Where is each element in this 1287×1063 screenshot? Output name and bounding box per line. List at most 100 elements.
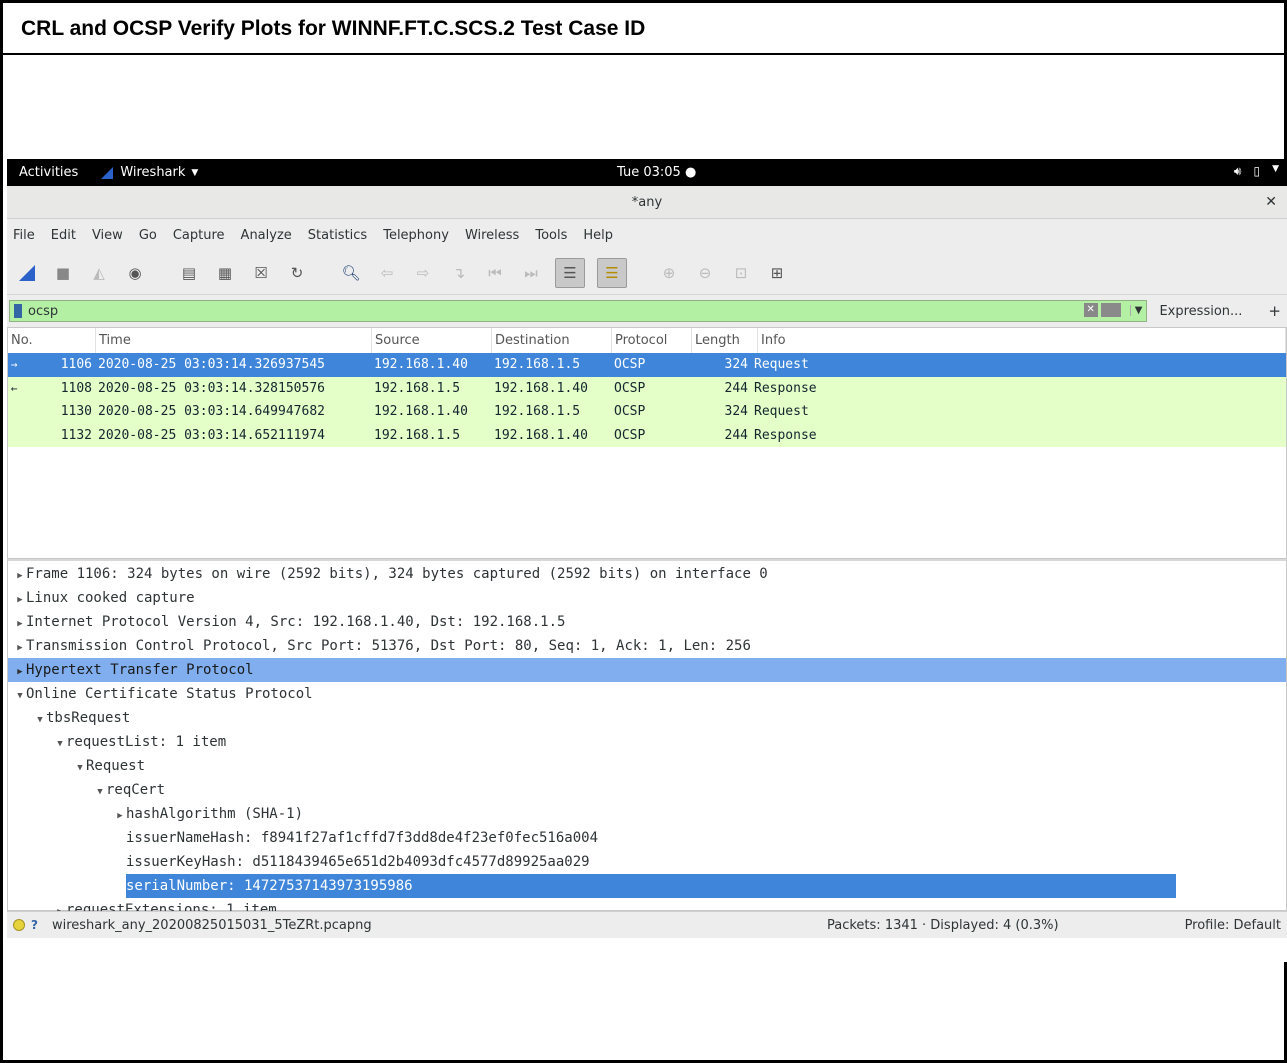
capture-filename: wireshark_any_20200825015031_5TeZRt.pcap… <box>51 917 372 933</box>
chevron-down-icon[interactable]: ▼ <box>1129 304 1142 316</box>
cell-time: 2020-08-25 03:03:14.649947682 <box>98 404 325 420</box>
detail-tree-item[interactable]: ▶ Linux cooked capture <box>8 586 1286 610</box>
detail-text: Online Certificate Status Protocol <box>26 686 313 702</box>
gnome-top-bar: Activities Wireshark ▼ Tue 03:05 ● 🔊︎ ▯ … <box>7 159 1287 186</box>
collapse-arrow-icon[interactable]: ▼ <box>74 756 86 780</box>
cell-dst: 192.168.1.40 <box>494 380 588 396</box>
start-capture-icon[interactable] <box>15 261 39 285</box>
detail-tree-item[interactable]: ▼ tbsRequest <box>8 706 1286 730</box>
expand-arrow-icon[interactable]: ▶ <box>14 636 26 660</box>
reload-file-icon[interactable]: ↻ <box>285 261 309 285</box>
clear-filter-icon[interactable]: ✕ <box>1083 303 1098 317</box>
bookmark-icon[interactable] <box>14 304 22 318</box>
collapse-arrow-icon[interactable]: ▼ <box>54 732 66 756</box>
resize-columns-icon[interactable]: ⊞ <box>765 261 789 285</box>
save-file-icon[interactable]: ▦ <box>213 261 237 285</box>
menu-item-tools[interactable]: Tools <box>535 228 567 243</box>
activities-button[interactable]: Activities <box>7 165 90 180</box>
apply-filter-icon[interactable] <box>1100 303 1121 317</box>
menu-item-capture[interactable]: Capture <box>173 228 225 243</box>
column-header-protocol[interactable]: Protocol <box>612 328 692 353</box>
detail-tree-item[interactable]: ▼ reqCert <box>8 778 1286 802</box>
expand-arrow-icon[interactable]: ▶ <box>14 612 26 636</box>
first-packet-icon[interactable]: ⏮ <box>483 261 507 285</box>
collapse-arrow-icon[interactable]: ▼ <box>14 684 26 708</box>
open-file-icon[interactable]: ▤ <box>177 261 201 285</box>
expand-arrow-icon[interactable]: ▶ <box>114 804 126 828</box>
menu-item-analyze[interactable]: Analyze <box>241 228 292 243</box>
cell-no: 1132 <box>60 427 92 443</box>
add-filter-button[interactable]: + <box>1268 302 1281 320</box>
column-header-destination[interactable]: Destination <box>492 328 612 353</box>
stop-capture-icon[interactable]: ■ <box>51 261 75 285</box>
detail-tree-item[interactable]: ▶ Hypertext Transfer Protocol <box>8 658 1286 682</box>
autoscroll-icon[interactable]: ☰ <box>555 257 585 288</box>
detail-tree-item[interactable]: issuerNameHash: f8941f27af1cffd7f3dd8de4… <box>8 826 1286 850</box>
menu-item-view[interactable]: View <box>92 228 123 243</box>
packet-row[interactable]: ← 1108 2020-08-25 03:03:14.328150576 192.16… <box>8 376 1286 400</box>
close-file-icon[interactable]: ☒ <box>249 261 273 285</box>
go-forward-icon[interactable]: ⇨ <box>411 261 435 285</box>
document-title: CRL and OCSP Verify Plots for WINNF.FT.C… <box>3 3 1284 55</box>
collapse-arrow-icon[interactable]: ▼ <box>94 780 106 804</box>
packet-row[interactable]: 1132 2020-08-25 03:03:14.652111974 192.168… <box>8 423 1286 447</box>
capture-comment-icon[interactable]: ? <box>31 918 38 932</box>
menu-item-go[interactable]: Go <box>139 228 157 243</box>
go-to-packet-icon[interactable]: ↴ <box>447 261 471 285</box>
column-header-info[interactable]: Info <box>758 328 1286 353</box>
cell-no: 1108 <box>60 380 92 396</box>
column-header-no[interactable]: No. <box>8 328 96 353</box>
system-tray[interactable]: 🔊︎ ▯ ▼ <box>1234 164 1279 179</box>
packet-list-header: No. Time Source Destination Protocol Length In… <box>8 328 1286 353</box>
detail-tree-item[interactable]: issuerKeyHash: d5118439465e651d2b4093dfc… <box>8 850 1286 874</box>
capture-options-icon[interactable]: ◉ <box>123 261 147 285</box>
go-back-icon[interactable]: ⇦ <box>375 261 399 285</box>
packet-row[interactable]: 1130 2020-08-25 03:03:14.649947682 192.168… <box>8 400 1286 424</box>
display-filter-input[interactable]: ocsp ✕ ▼ <box>9 300 1148 322</box>
collapse-arrow-icon[interactable]: ▼ <box>34 708 46 732</box>
expand-arrow-icon[interactable]: ▶ <box>14 564 26 588</box>
find-packet-icon[interactable]: 🔍︎ <box>339 261 363 285</box>
expert-info-icon[interactable] <box>13 919 25 931</box>
normal-size-icon[interactable]: ⊡ <box>729 261 753 285</box>
cell-no: 1130 <box>60 404 92 420</box>
zoom-out-icon[interactable]: ⊖ <box>693 261 717 285</box>
detail-tree-item[interactable]: ▶ Internet Protocol Version 4, Src: 192.1… <box>8 610 1286 634</box>
menu-item-telephony[interactable]: Telephony <box>383 228 449 243</box>
detail-tree-item[interactable]: ▶ hashAlgorithm (SHA-1) <box>8 802 1286 826</box>
detail-tree-item[interactable]: serialNumber: 14727537143973195986 <box>8 874 1286 898</box>
menu-item-edit[interactable]: Edit <box>51 228 76 243</box>
restart-capture-icon[interactable]: ◭ <box>87 261 111 285</box>
app-menu[interactable]: Wireshark ▼ <box>90 165 198 180</box>
menu-item-help[interactable]: Help <box>583 228 613 243</box>
zoom-in-icon[interactable]: ⊕ <box>657 261 681 285</box>
clock[interactable]: Tue 03:05 ● <box>617 165 696 180</box>
detail-tree-item[interactable]: ▼ requestList: 1 item <box>8 730 1286 754</box>
cell-info: Request <box>754 404 809 420</box>
packet-row[interactable]: → 1106 2020-08-25 03:03:14.326937545 192.16… <box>8 353 1286 377</box>
close-icon[interactable]: ✕ <box>1265 194 1277 210</box>
cell-proto: OCSP <box>614 427 646 443</box>
profile-selector[interactable]: Profile: Default <box>1185 918 1281 933</box>
cell-len: 244 <box>724 427 748 443</box>
last-packet-icon[interactable]: ⏭ <box>519 261 543 285</box>
cell-time: 2020-08-25 03:03:14.652111974 <box>98 427 325 443</box>
menu-item-statistics[interactable]: Statistics <box>308 228 367 243</box>
menu-bar: File Edit View Go Capture Analyze Statistics Te… <box>7 219 1287 251</box>
cell-time: 2020-08-25 03:03:14.326937545 <box>98 357 325 373</box>
menu-item-wireless[interactable]: Wireless <box>465 228 519 243</box>
expand-arrow-icon[interactable]: ▶ <box>14 588 26 612</box>
detail-text: Transmission Control Protocol, Src Port:… <box>26 638 751 654</box>
detail-tree-item[interactable]: ▶ Frame 1106: 324 bytes on wire (2592 bit… <box>8 562 1286 586</box>
menu-item-file[interactable]: File <box>13 228 35 243</box>
battery-icon: ▯ <box>1253 164 1261 178</box>
detail-tree-item[interactable]: ▼ Request <box>8 754 1286 778</box>
expand-arrow-icon[interactable]: ▶ <box>14 660 26 684</box>
detail-tree-item[interactable]: ▼ Online Certificate Status Protocol <box>8 682 1286 706</box>
expression-button[interactable]: Expression... <box>1159 304 1242 319</box>
colorize-icon[interactable]: ☰ <box>597 257 627 288</box>
column-header-source[interactable]: Source <box>372 328 492 353</box>
detail-tree-item[interactable]: ▶ Transmission Control Protocol, Src Port… <box>8 634 1286 658</box>
column-header-time[interactable]: Time <box>96 328 372 353</box>
column-header-length[interactable]: Length <box>692 328 758 353</box>
